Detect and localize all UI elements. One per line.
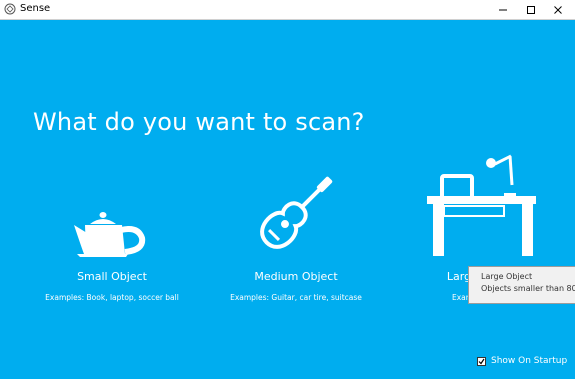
teapot-icon [74,212,146,257]
minimize-icon [499,9,507,10]
guitar-icon [260,176,333,249]
tooltip-title: Large Object [481,272,533,281]
title-bar: Sense [0,0,575,20]
option-examples: Examples: Book, laptop, soccer ball [45,293,179,302]
close-icon [554,5,562,14]
checkmark-icon [478,358,485,364]
show-on-startup-label: Show On Startup [491,356,568,366]
option-title: Medium Object [254,270,338,283]
option-title: Small Object [77,270,147,283]
option-examples: Examples: Guitar, car tire, suitcase [230,293,362,302]
maximize-icon [527,5,535,14]
page-title: What do you want to scan? [33,108,365,137]
desk-icon [427,154,536,256]
show-on-startup[interactable]: Show On Startup [477,356,567,366]
tooltip-description: Objects smaller than 80 in [481,284,575,293]
show-on-startup-checkbox[interactable] [477,356,486,366]
sense-app-icon [4,3,16,15]
window-title: Sense [20,3,51,14]
close-button[interactable] [540,0,575,19]
tooltip: Large Object Objects smaller than 80 in [468,266,575,304]
